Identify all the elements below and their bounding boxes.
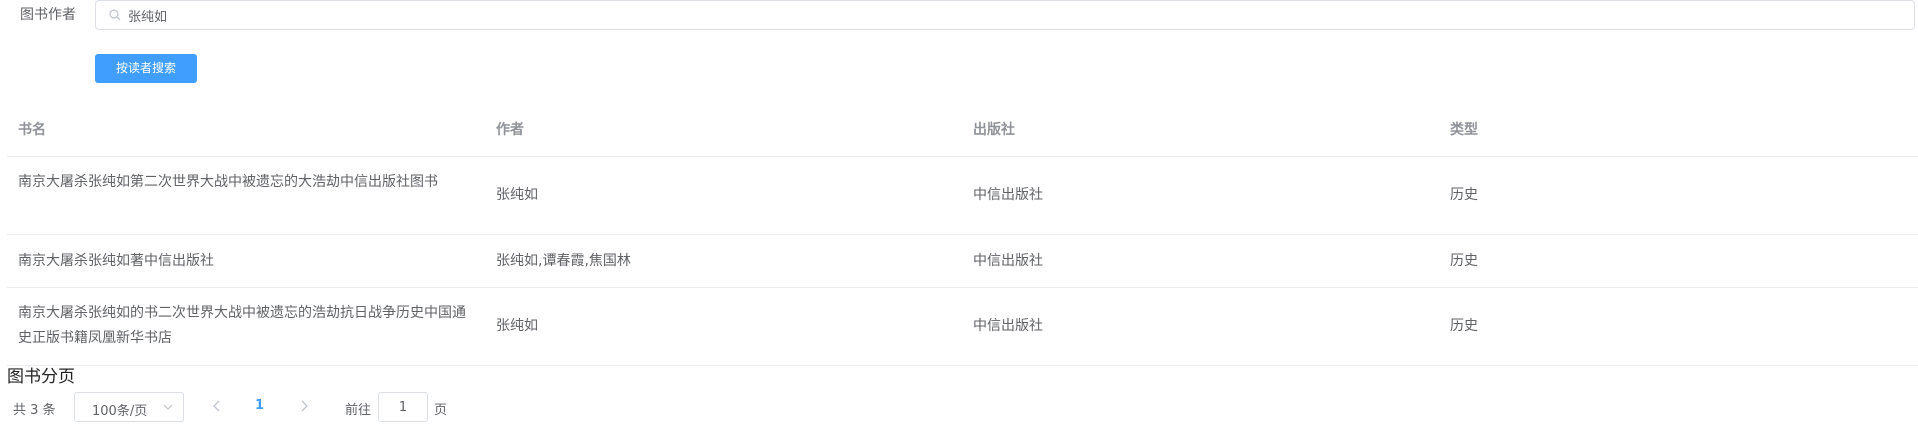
table-row: 南京大屠杀张纯如第二次世界大战中被遗忘的大浩劫中信出版社图书 张纯如 中信出版社… xyxy=(7,157,1918,235)
search-by-reader-button[interactable]: 按读者搜索 xyxy=(95,54,197,83)
book-type: 历史 xyxy=(1450,318,1478,334)
page-number-current[interactable]: 1 xyxy=(255,398,264,413)
next-page-icon[interactable] xyxy=(297,399,311,413)
page-size-select[interactable]: 100条/页 xyxy=(74,392,184,422)
goto-suffix: 页 xyxy=(434,403,448,418)
author-field-label: 图书作者 xyxy=(20,7,76,23)
pagination: 共 3 条 100条/页 1 前往 页 xyxy=(0,392,600,422)
book-title: 南京大屠杀张纯如的书二次世界大战中被遗忘的浩劫抗日战争历史中国通史正版书籍凤凰新… xyxy=(18,305,466,346)
book-title: 南京大屠杀张纯如著中信出版社 xyxy=(18,253,214,269)
table-row: 南京大屠杀张纯如的书二次世界大战中被遗忘的浩劫抗日战争历史中国通史正版书籍凤凰新… xyxy=(7,288,1918,366)
chevron-down-icon xyxy=(163,404,173,410)
book-publisher: 中信出版社 xyxy=(973,318,1043,334)
header-title: 书名 xyxy=(18,122,46,138)
search-form: 图书作者 xyxy=(0,0,1918,32)
book-title: 南京大屠杀张纯如第二次世界大战中被遗忘的大浩劫中信出版社图书 xyxy=(18,174,438,190)
goto-page-input[interactable] xyxy=(378,392,428,422)
book-type: 历史 xyxy=(1450,187,1478,203)
table-header: 书名 作者 出版社 类型 xyxy=(7,106,1918,157)
book-publisher: 中信出版社 xyxy=(973,187,1043,203)
page-size-value: 100条/页 xyxy=(92,404,148,419)
header-author: 作者 xyxy=(496,122,524,138)
header-publisher: 出版社 xyxy=(973,122,1015,138)
total-count: 共 3 条 xyxy=(13,403,56,418)
author-search-field[interactable] xyxy=(95,0,1915,30)
search-icon xyxy=(109,9,121,21)
book-author: 张纯如,谭春霞,焦国林 xyxy=(496,253,631,269)
goto-label: 前往 xyxy=(345,403,372,418)
table-row: 南京大屠杀张纯如著中信出版社 张纯如,谭春霞,焦国林 中信出版社 历史 xyxy=(7,235,1918,288)
pagination-title: 图书分页 xyxy=(7,367,75,387)
book-publisher: 中信出版社 xyxy=(973,253,1043,269)
prev-page-icon[interactable] xyxy=(210,399,224,413)
book-author: 张纯如 xyxy=(496,187,538,203)
book-author: 张纯如 xyxy=(496,318,538,334)
books-table: 书名 作者 出版社 类型 南京大屠杀张纯如第二次世界大战中被遗忘的大浩劫中信出版… xyxy=(7,106,1918,366)
header-type: 类型 xyxy=(1450,122,1478,138)
author-search-input[interactable] xyxy=(128,2,1898,28)
book-type: 历史 xyxy=(1450,253,1478,269)
